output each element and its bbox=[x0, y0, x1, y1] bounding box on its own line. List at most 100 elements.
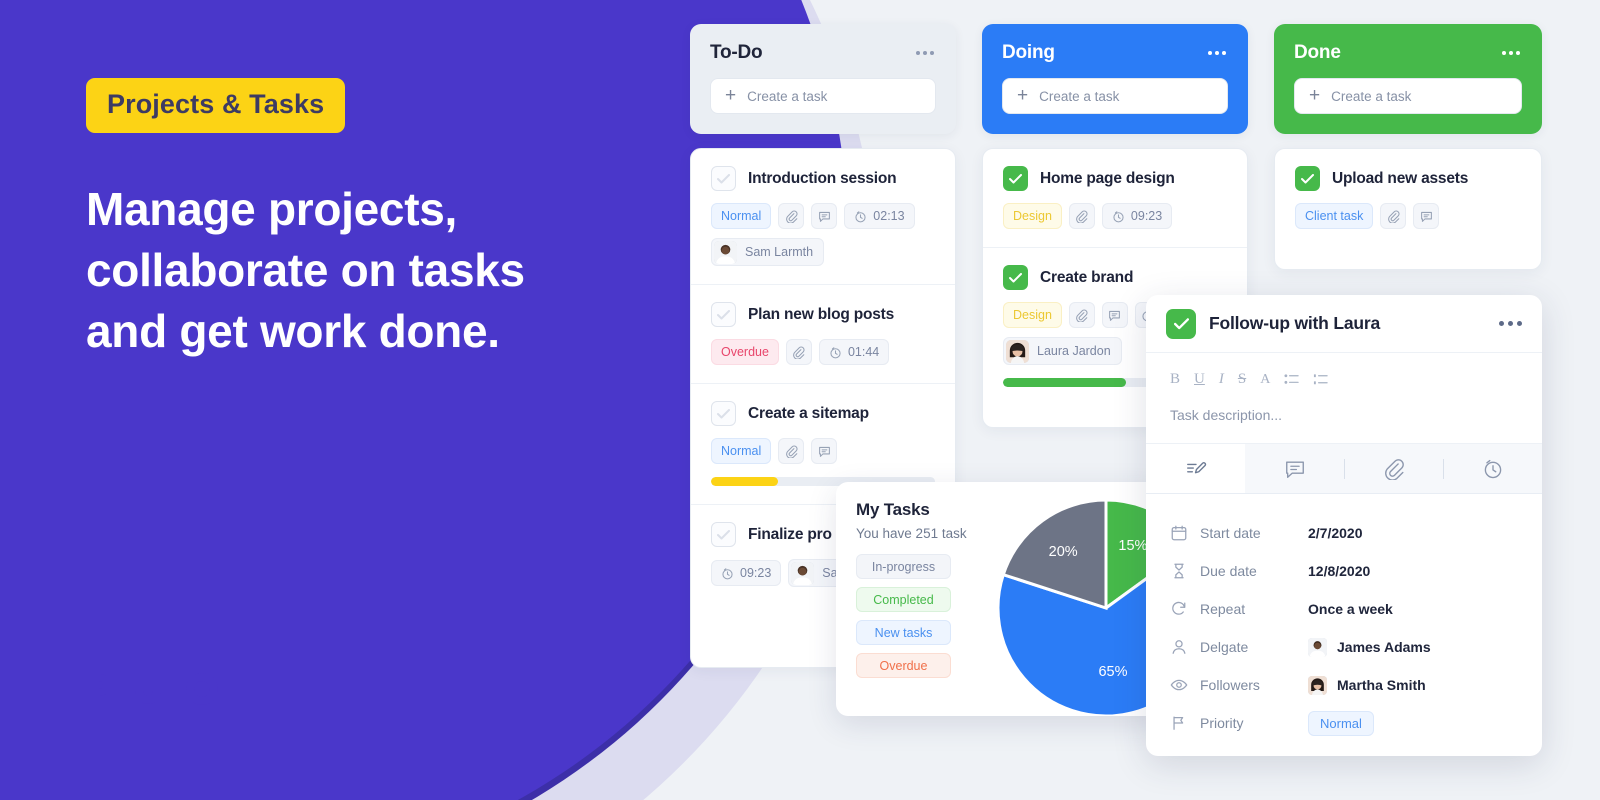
task-checkbox[interactable] bbox=[711, 522, 736, 547]
strikethrough-icon[interactable]: S bbox=[1238, 371, 1246, 388]
time-chip[interactable]: 09:23 bbox=[1101, 203, 1173, 229]
field-value: 12/8/2020 bbox=[1308, 563, 1371, 579]
create-task-button-todo[interactable]: + Create a task bbox=[710, 78, 936, 114]
tab-notes[interactable] bbox=[1146, 444, 1245, 493]
task-detail-checkbox[interactable] bbox=[1166, 308, 1196, 339]
legend-item-completed[interactable]: Completed bbox=[856, 587, 951, 612]
create-task-button-doing[interactable]: + Create a task bbox=[1002, 78, 1228, 114]
column-menu-button[interactable] bbox=[914, 45, 936, 61]
paperclip-icon bbox=[1384, 458, 1404, 480]
task-chips: Client task bbox=[1295, 203, 1521, 229]
legend-item-new-tasks[interactable]: New tasks bbox=[856, 620, 951, 645]
task-card[interactable]: Plan new blog posts Overdue 01:44 bbox=[691, 285, 955, 384]
task-card[interactable]: Introduction session Normal 02:13 Sam La… bbox=[691, 149, 955, 285]
task-checkbox[interactable] bbox=[711, 302, 736, 327]
field-label: Due date bbox=[1200, 563, 1257, 579]
field-delegate[interactable]: Delgate James Adams bbox=[1170, 628, 1518, 666]
task-description-input[interactable]: Task description... bbox=[1170, 407, 1518, 423]
field-followers[interactable]: Followers Martha Smith bbox=[1170, 666, 1518, 704]
task-description-editor: B U I S A Task description... bbox=[1146, 353, 1542, 444]
eye-icon bbox=[1170, 676, 1200, 694]
task-card[interactable]: Home page design Design 09:23 bbox=[983, 149, 1247, 248]
field-start-date[interactable]: Start date 2/7/2020 bbox=[1170, 514, 1518, 552]
avatar bbox=[1308, 675, 1327, 695]
pie-chart-svg bbox=[996, 498, 1166, 716]
my-tasks-card: My Tasks You have 251 task In-progress C… bbox=[836, 482, 1166, 716]
task-title: Create a sitemap bbox=[748, 404, 869, 422]
field-label: Start date bbox=[1200, 525, 1261, 541]
underline-icon[interactable]: U bbox=[1194, 371, 1205, 388]
italic-icon[interactable]: I bbox=[1219, 371, 1224, 388]
column-menu-button[interactable] bbox=[1206, 45, 1228, 61]
task-detail-fields: Start date 2/7/2020 Due date 12/8/2020 R… bbox=[1146, 494, 1542, 742]
hourglass-icon bbox=[1170, 562, 1200, 580]
paperclip-icon[interactable] bbox=[778, 438, 805, 464]
bold-icon[interactable]: B bbox=[1170, 371, 1180, 388]
label-chip[interactable]: Design bbox=[1003, 302, 1062, 328]
task-card[interactable]: Upload new assets Client task bbox=[1275, 149, 1541, 247]
priority-chip[interactable]: Normal bbox=[1308, 710, 1374, 736]
field-due-date[interactable]: Due date 12/8/2020 bbox=[1170, 552, 1518, 590]
clock-icon bbox=[855, 210, 866, 222]
label-chip[interactable]: Design bbox=[1003, 203, 1062, 229]
paperclip-icon[interactable] bbox=[1068, 203, 1095, 229]
field-repeat[interactable]: Repeat Once a week bbox=[1170, 590, 1518, 628]
comment-icon[interactable] bbox=[1413, 203, 1440, 229]
task-title: Finalize pro bbox=[748, 525, 832, 543]
column-title: Doing bbox=[1002, 42, 1055, 63]
text-color-icon[interactable]: A bbox=[1260, 372, 1270, 388]
field-label: Followers bbox=[1200, 677, 1260, 693]
priority-chip[interactable]: Normal bbox=[711, 203, 772, 229]
paperclip-icon[interactable] bbox=[785, 339, 812, 365]
task-checkbox[interactable] bbox=[711, 166, 736, 191]
column-title: To-Do bbox=[710, 42, 763, 63]
time-chip[interactable]: 02:13 bbox=[844, 203, 915, 229]
assignee-chip[interactable]: Laura Jardon bbox=[1003, 337, 1122, 365]
task-title: Plan new blog posts bbox=[748, 305, 895, 323]
field-value: 2/7/2020 bbox=[1308, 525, 1363, 541]
column-menu-button[interactable] bbox=[1500, 45, 1522, 61]
time-chip[interactable]: 01:44 bbox=[818, 339, 890, 365]
task-detail-tabs bbox=[1146, 444, 1542, 494]
task-checkbox[interactable] bbox=[1003, 265, 1028, 290]
create-task-label: Create a task bbox=[1039, 88, 1120, 104]
chart-legend: In-progress Completed New tasks Overdue bbox=[856, 554, 951, 678]
avatar bbox=[714, 240, 737, 264]
plus-icon: + bbox=[725, 84, 737, 106]
status-badge[interactable]: Overdue bbox=[711, 339, 779, 365]
time-chip[interactable]: 09:23 bbox=[711, 560, 782, 586]
clock-icon bbox=[722, 567, 733, 579]
calendar-icon bbox=[1170, 524, 1200, 542]
task-detail-menu-button[interactable] bbox=[1499, 321, 1522, 326]
comment-icon[interactable] bbox=[1101, 302, 1128, 328]
numbered-list-icon[interactable] bbox=[1313, 373, 1328, 386]
tab-timer[interactable] bbox=[1443, 444, 1542, 493]
field-value-person: James Adams bbox=[1308, 637, 1431, 657]
time-value: 01:44 bbox=[847, 345, 880, 359]
priority-chip[interactable]: Normal bbox=[711, 438, 772, 464]
paperclip-icon[interactable] bbox=[1068, 302, 1095, 328]
tab-attachments[interactable] bbox=[1344, 444, 1443, 493]
comment-icon[interactable] bbox=[811, 438, 838, 464]
assignee-chip[interactable]: Sam Larmth bbox=[711, 238, 825, 266]
field-priority[interactable]: Priority Normal bbox=[1170, 704, 1518, 742]
paperclip-icon[interactable] bbox=[778, 203, 805, 229]
assignee-name: Laura Jardon bbox=[1037, 344, 1111, 358]
task-title: Create brand bbox=[1040, 268, 1134, 286]
task-checkbox[interactable] bbox=[1003, 166, 1028, 191]
task-checkbox[interactable] bbox=[1295, 166, 1320, 191]
clock-icon bbox=[1484, 459, 1501, 478]
comment-icon[interactable] bbox=[811, 203, 838, 229]
task-chips: Normal bbox=[711, 438, 935, 464]
bulleted-list-icon[interactable] bbox=[1284, 373, 1299, 386]
field-value: Once a week bbox=[1308, 601, 1393, 617]
legend-item-in-progress[interactable]: In-progress bbox=[856, 554, 951, 579]
paperclip-icon[interactable] bbox=[1380, 203, 1407, 229]
create-task-button-done[interactable]: + Create a task bbox=[1294, 78, 1522, 114]
task-checkbox[interactable] bbox=[711, 401, 736, 426]
assignee-name: Sam Larmth bbox=[745, 245, 814, 259]
column-header-doing: Doing + Create a task bbox=[982, 24, 1248, 134]
tab-comments[interactable] bbox=[1245, 444, 1344, 493]
label-chip[interactable]: Client task bbox=[1295, 203, 1374, 229]
legend-item-overdue[interactable]: Overdue bbox=[856, 653, 951, 678]
